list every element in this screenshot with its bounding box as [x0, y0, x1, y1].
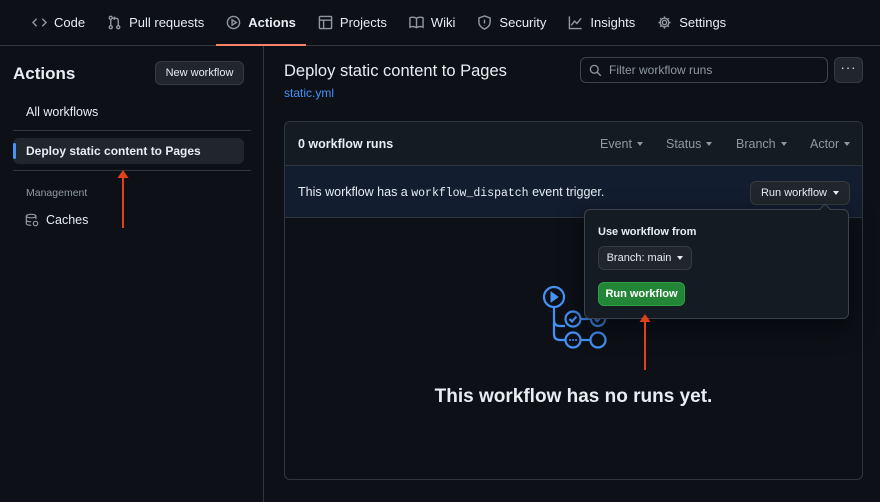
actor-filter[interactable]: Actor	[810, 137, 851, 151]
run-workflow-button[interactable]: Run workflow	[750, 181, 850, 205]
run-workflow-label: Run workflow	[760, 187, 828, 199]
nav-projects[interactable]: Projects	[308, 0, 397, 45]
runs-count: 0 workflow runs	[298, 137, 394, 151]
kebab-horizontal-icon: ···	[840, 60, 857, 75]
table-icon	[318, 15, 333, 30]
sidebar-item-caches[interactable]: Caches	[25, 213, 88, 227]
runs-header: 0 workflow runs Event Status Branch Acto…	[285, 122, 862, 166]
new-workflow-button[interactable]: New workflow	[155, 61, 244, 85]
branch-filter-label: Branch	[736, 137, 776, 151]
run-workflow-popover: Use workflow from Branch: main Run workf…	[584, 209, 849, 319]
sidebar-item-label: Deploy static content to Pages	[26, 144, 201, 158]
chevron-down-icon	[844, 142, 851, 146]
nav-security[interactable]: Security	[467, 0, 556, 45]
sidebar-title: Actions	[13, 64, 76, 83]
actor-filter-label: Actor	[810, 137, 840, 151]
repo-nav: Code Pull requests Actions Projects Wiki…	[0, 0, 880, 46]
chevron-down-icon	[677, 256, 684, 260]
status-filter-label: Status	[666, 137, 702, 151]
nav-insights-label: Insights	[590, 15, 636, 30]
chevron-down-icon	[706, 142, 713, 146]
caches-label: Caches	[46, 213, 89, 227]
annotation-arrow-icon	[639, 314, 651, 370]
selected-indicator	[13, 143, 16, 159]
status-filter[interactable]: Status	[666, 137, 713, 151]
management-heading: Management	[26, 187, 88, 199]
annotation-arrow-icon	[117, 170, 129, 228]
nav-security-label: Security	[499, 15, 547, 30]
actions-sidebar: Actions New workflow All workflows Deplo…	[0, 46, 264, 502]
filter-runs-field[interactable]	[580, 57, 828, 83]
dispatch-prefix: This workflow has a	[298, 185, 408, 199]
nav-actions-label: Actions	[248, 15, 296, 30]
page-title: Deploy static content to Pages	[284, 62, 507, 80]
branch-filter[interactable]: Branch	[736, 137, 787, 151]
nav-settings[interactable]: Settings	[647, 0, 736, 45]
branch-select-button[interactable]: Branch: main	[598, 246, 692, 270]
event-filter-label: Event	[600, 137, 632, 151]
nav-settings-label: Settings	[679, 15, 727, 30]
event-filter[interactable]: Event	[600, 137, 643, 151]
nav-wiki[interactable]: Wiki	[399, 0, 466, 45]
dispatch-suffix: event trigger.	[532, 185, 605, 199]
nav-pull-requests[interactable]: Pull requests	[97, 0, 214, 45]
play-icon	[226, 15, 241, 30]
nav-projects-label: Projects	[339, 15, 387, 30]
book-icon	[409, 16, 424, 29]
search-icon	[589, 64, 602, 76]
sidebar-item-all-workflows[interactable]: All workflows	[26, 105, 98, 119]
filter-runs-input[interactable]	[609, 63, 819, 77]
dispatch-code: workflow_dispatch	[411, 187, 529, 200]
graph-icon	[569, 16, 583, 30]
chevron-down-icon	[780, 142, 787, 146]
use-workflow-from-label: Use workflow from	[598, 226, 697, 238]
database-icon	[25, 213, 39, 227]
nav-insights[interactable]: Insights	[558, 0, 645, 45]
nav-code-label: Code	[54, 15, 86, 30]
empty-state-message: This workflow has no runs yet.	[434, 386, 713, 407]
shield-icon	[478, 15, 492, 30]
confirm-run-workflow-button[interactable]: Run workflow	[598, 282, 685, 306]
nav-wiki-label: Wiki	[430, 15, 456, 30]
more-options-button[interactable]: ···	[834, 57, 863, 83]
dispatch-text: This workflow has a workflow_dispatch ev…	[298, 185, 604, 200]
branch-select-label: Branch: main	[606, 252, 672, 264]
pull-request-icon	[108, 15, 121, 30]
nav-actions[interactable]: Actions	[216, 0, 306, 46]
popover-caret-inner	[819, 205, 831, 211]
nav-code[interactable]: Code	[22, 0, 95, 45]
sidebar-divider	[13, 130, 251, 131]
sidebar-divider	[13, 170, 251, 171]
gear-icon	[658, 16, 671, 29]
code-icon	[32, 18, 47, 27]
chevron-down-icon	[636, 142, 643, 146]
workflow-file-link[interactable]: static.yml	[284, 86, 334, 100]
chevron-down-icon	[833, 191, 840, 195]
nav-pull-requests-label: Pull requests	[129, 15, 205, 30]
sidebar-item-deploy-static-content[interactable]: Deploy static content to Pages	[13, 138, 244, 164]
